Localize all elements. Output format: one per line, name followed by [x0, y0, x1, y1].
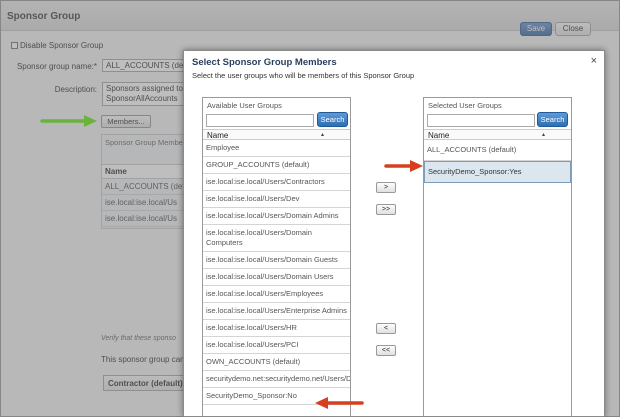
sort-icon[interactable]: ▴	[542, 131, 545, 138]
add-all-button[interactable]: >>	[376, 204, 396, 215]
list-item[interactable]: Employee	[203, 140, 350, 157]
selected-search-button[interactable]: Search	[537, 112, 568, 127]
selected-groups-list: Selected User Groups Search Name ▴ ALL_A…	[423, 97, 572, 416]
available-column-header[interactable]: Name ▴	[203, 129, 350, 140]
list-item[interactable]: ise.local:ise.local/Users/Domain Admins	[203, 208, 350, 225]
list-item[interactable]: OWN_ACCOUNTS (default)	[203, 354, 350, 371]
red-arrow-annotation-selected	[384, 160, 423, 172]
add-button[interactable]: >	[376, 182, 396, 193]
list-item[interactable]: ise.local:ise.local/Users/Domain Users	[203, 269, 350, 286]
list-item[interactable]: ise.local:ise.local/Users/Contractors	[203, 174, 350, 191]
green-arrow-annotation	[40, 115, 97, 127]
column-name: Name	[207, 131, 229, 140]
list-item[interactable]: ise.local:ise.local/Users/Enterprise Adm…	[203, 303, 350, 320]
list-item-selected[interactable]: SecurityDemo_Sponsor:Yes	[424, 161, 571, 183]
dialog-subtitle: Select the user groups who will be membe…	[192, 71, 415, 80]
selected-rows: ALL_ACCOUNTS (default) SecurityDemo_Spon…	[424, 140, 571, 183]
list-item[interactable]: GROUP_ACCOUNTS (default)	[203, 157, 350, 174]
selected-caption: Selected User Groups	[428, 101, 502, 110]
selected-column-header[interactable]: Name ▴	[424, 129, 571, 140]
list-item[interactable]: ALL_ACCOUNTS (default)	[424, 140, 571, 161]
list-item[interactable]: ise.local:ise.local/Users/HR	[203, 320, 350, 337]
select-members-dialog: Select Sponsor Group Members × Select th…	[183, 50, 605, 417]
column-name: Name	[428, 131, 450, 140]
remove-button[interactable]: <	[376, 323, 396, 334]
list-item[interactable]: securitydemo.net:securitydemo.net/Users/…	[203, 371, 350, 388]
remove-all-button[interactable]: <<	[376, 345, 396, 356]
list-item[interactable]: ise.local:ise.local/Users/PCI	[203, 337, 350, 354]
available-groups-list: Available User Groups Search Name ▴ Empl…	[202, 97, 351, 416]
dialog-title: Select Sponsor Group Members	[192, 57, 337, 68]
available-search-input[interactable]	[206, 114, 314, 127]
list-item[interactable]: ise.local:ise.local/Users/Employees	[203, 286, 350, 303]
sort-icon[interactable]: ▴	[321, 131, 324, 138]
selected-search-input[interactable]	[427, 114, 535, 127]
available-caption: Available User Groups	[207, 101, 282, 110]
available-search-button[interactable]: Search	[317, 112, 348, 127]
available-rows: Employee GROUP_ACCOUNTS (default) ise.lo…	[203, 140, 350, 405]
list-item[interactable]: ise.local:ise.local/Users/Dev	[203, 191, 350, 208]
list-item[interactable]: ise.local:ise.local/Users/Domain Guests	[203, 252, 350, 269]
close-icon[interactable]: ×	[591, 55, 597, 67]
list-item[interactable]: ise.local:ise.local/Users/Domain Compute…	[203, 225, 350, 252]
red-arrow-annotation-available	[315, 397, 364, 409]
